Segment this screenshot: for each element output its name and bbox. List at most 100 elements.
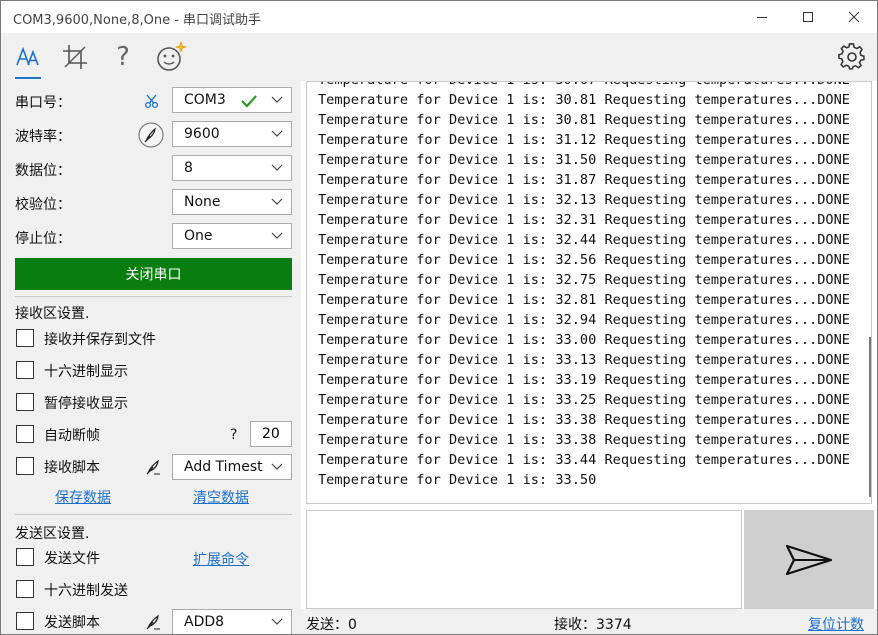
receive-line: Temperature for Device 1 is: 32.94 Reque… [318, 312, 850, 328]
status-bar: 发送：0 接收：3374 复位计数 [301, 609, 877, 634]
feather-circle-icon [138, 122, 164, 148]
send-script-label: 发送脚本 [44, 615, 100, 631]
receive-line: Temperature for Device 1 is: 33.38 Reque… [318, 412, 850, 428]
active-tool-indicator [15, 77, 41, 79]
port-select[interactable]: COM3 [172, 87, 292, 113]
smiley-tool-button[interactable] [153, 39, 189, 75]
clear-data-link[interactable]: 清空数据 [193, 487, 249, 507]
baud-custom-button[interactable] [138, 122, 164, 148]
send-settings-title: 发送区设置. [15, 526, 90, 542]
send-script-value: ADD8 [184, 614, 225, 630]
port-label: 串口号： [15, 95, 71, 111]
receive-line: Temperature for Device 1 is: 30.81 Reque… [318, 112, 850, 128]
close-button[interactable] [831, 1, 877, 33]
receive-line: Temperature for Device 1 is: 31.50 Reque… [318, 152, 850, 168]
chevron-down-icon [271, 198, 283, 205]
received-count: 接收：3374 [554, 617, 632, 633]
baud-label: 波特率： [15, 129, 71, 145]
send-script-checkbox[interactable] [16, 612, 34, 630]
chevron-down-icon [271, 618, 283, 625]
receive-script-edit-button[interactable] [143, 457, 163, 477]
receive-line: Temperature for Device 1 is: 33.13 Reque… [318, 352, 850, 368]
send-button[interactable] [744, 510, 874, 609]
settings-button[interactable] [834, 39, 870, 75]
chevron-down-icon [271, 232, 283, 239]
app-window: COM3,9600,None,8,One - 串口调试助手 ? 串口号： COM… [0, 0, 878, 635]
hex-display-label: 十六进制显示 [44, 364, 128, 380]
receive-line: Temperature for Device 1 is: 31.12 Reque… [318, 132, 850, 148]
extend-command-link[interactable]: 扩展命令 [193, 549, 249, 569]
stopbits-label: 停止位： [15, 231, 71, 247]
chevron-down-icon [271, 96, 283, 103]
receive-script-checkbox[interactable] [16, 457, 34, 475]
receive-scrollbar[interactable] [869, 337, 871, 497]
chevron-down-icon [271, 130, 283, 137]
pause-display-label: 暂停接收显示 [44, 396, 128, 412]
crop-icon [63, 45, 87, 69]
receive-line: Temperature for Device 1 is: 32.31 Reque… [318, 212, 850, 228]
receive-line: Temperature for Device 1 is: 33.50 [318, 472, 597, 488]
chevron-down-icon [271, 164, 283, 171]
receive-line: Temperature for Device 1 is: 31.87 Reque… [318, 172, 850, 188]
chevron-down-icon [271, 463, 283, 470]
hex-send-checkbox[interactable] [16, 580, 34, 598]
minimize-button[interactable] [739, 1, 785, 33]
databits-select[interactable]: 8 [172, 155, 292, 181]
parity-value: None [184, 194, 221, 210]
stopbits-value: One [184, 228, 213, 244]
auto-frame-label: 自动断帧 [44, 428, 100, 444]
baud-value: 9600 [184, 126, 220, 142]
help-tool-button[interactable]: ? [105, 39, 141, 75]
send-script-select[interactable]: ADD8 [172, 609, 292, 634]
feather-icon [146, 614, 160, 630]
receive-line: Temperature for Device 1 is: 33.19 Reque… [318, 372, 850, 388]
save-to-file-checkbox[interactable] [16, 329, 34, 347]
pause-display-checkbox[interactable] [16, 393, 34, 411]
port-value: COM3 [184, 92, 226, 108]
scissors-icon [144, 94, 159, 109]
feather-icon [146, 459, 160, 475]
sent-count: 发送：0 [306, 617, 357, 633]
close-icon [848, 11, 860, 23]
receive-line: Temperature for Device 1 is: 32.13 Reque… [318, 192, 850, 208]
receive-script-value: Add Timest [184, 459, 263, 475]
title-bar: COM3,9600,None,8,One - 串口调试助手 [1, 1, 877, 33]
toolbar: ? [1, 33, 877, 81]
stopbits-select[interactable]: One [172, 223, 292, 249]
close-port-button[interactable]: 关闭串口 [15, 258, 292, 290]
receive-script-select[interactable]: Add Timest [172, 454, 292, 480]
send-script-edit-button[interactable] [143, 612, 163, 632]
port-refresh-button[interactable] [142, 91, 162, 111]
baud-select[interactable]: 9600 [172, 121, 292, 147]
send-icon [785, 544, 833, 575]
font-icon [16, 46, 39, 66]
auto-frame-value: 20 [262, 426, 280, 442]
send-textarea[interactable] [306, 510, 742, 609]
crop-tool-button[interactable] [57, 39, 93, 75]
reset-count-link[interactable]: 复位计数 [808, 614, 864, 634]
maximize-button[interactable] [785, 1, 831, 33]
receive-line: Temperature for Device 1 is: 33.25 Reque… [318, 392, 850, 408]
window-title: COM3,9600,None,8,One - 串口调试助手 [13, 13, 262, 28]
receive-content: Temperature for Device 1 is: 30.67 Reque… [318, 82, 850, 490]
receive-line: Temperature for Device 1 is: 33.38 Reque… [318, 432, 850, 448]
divider [15, 514, 292, 515]
receive-line: Temperature for Device 1 is: 30.67 Reque… [318, 82, 850, 90]
save-data-link[interactable]: 保存数据 [55, 487, 111, 507]
receive-script-label: 接收脚本 [44, 460, 100, 476]
hex-display-checkbox[interactable] [16, 361, 34, 379]
receive-line: Temperature for Device 1 is: 33.44 Reque… [318, 452, 850, 468]
parity-select[interactable]: None [172, 189, 292, 215]
save-to-file-label: 接收并保存到文件 [44, 332, 156, 348]
databits-value: 8 [184, 160, 193, 176]
receive-line: Temperature for Device 1 is: 30.81 Reque… [318, 92, 850, 108]
send-file-checkbox[interactable] [16, 548, 34, 566]
help-icon: ? [116, 42, 130, 72]
receive-textarea[interactable]: Temperature for Device 1 is: 30.67 Reque… [306, 81, 872, 504]
auto-frame-checkbox[interactable] [16, 425, 34, 443]
font-tool-button[interactable] [10, 39, 46, 75]
receive-line: Temperature for Device 1 is: 32.44 Reque… [318, 232, 850, 248]
divider [15, 296, 292, 297]
auto-frame-input[interactable]: 20 [250, 421, 292, 447]
auto-frame-help[interactable]: ? [230, 427, 237, 443]
